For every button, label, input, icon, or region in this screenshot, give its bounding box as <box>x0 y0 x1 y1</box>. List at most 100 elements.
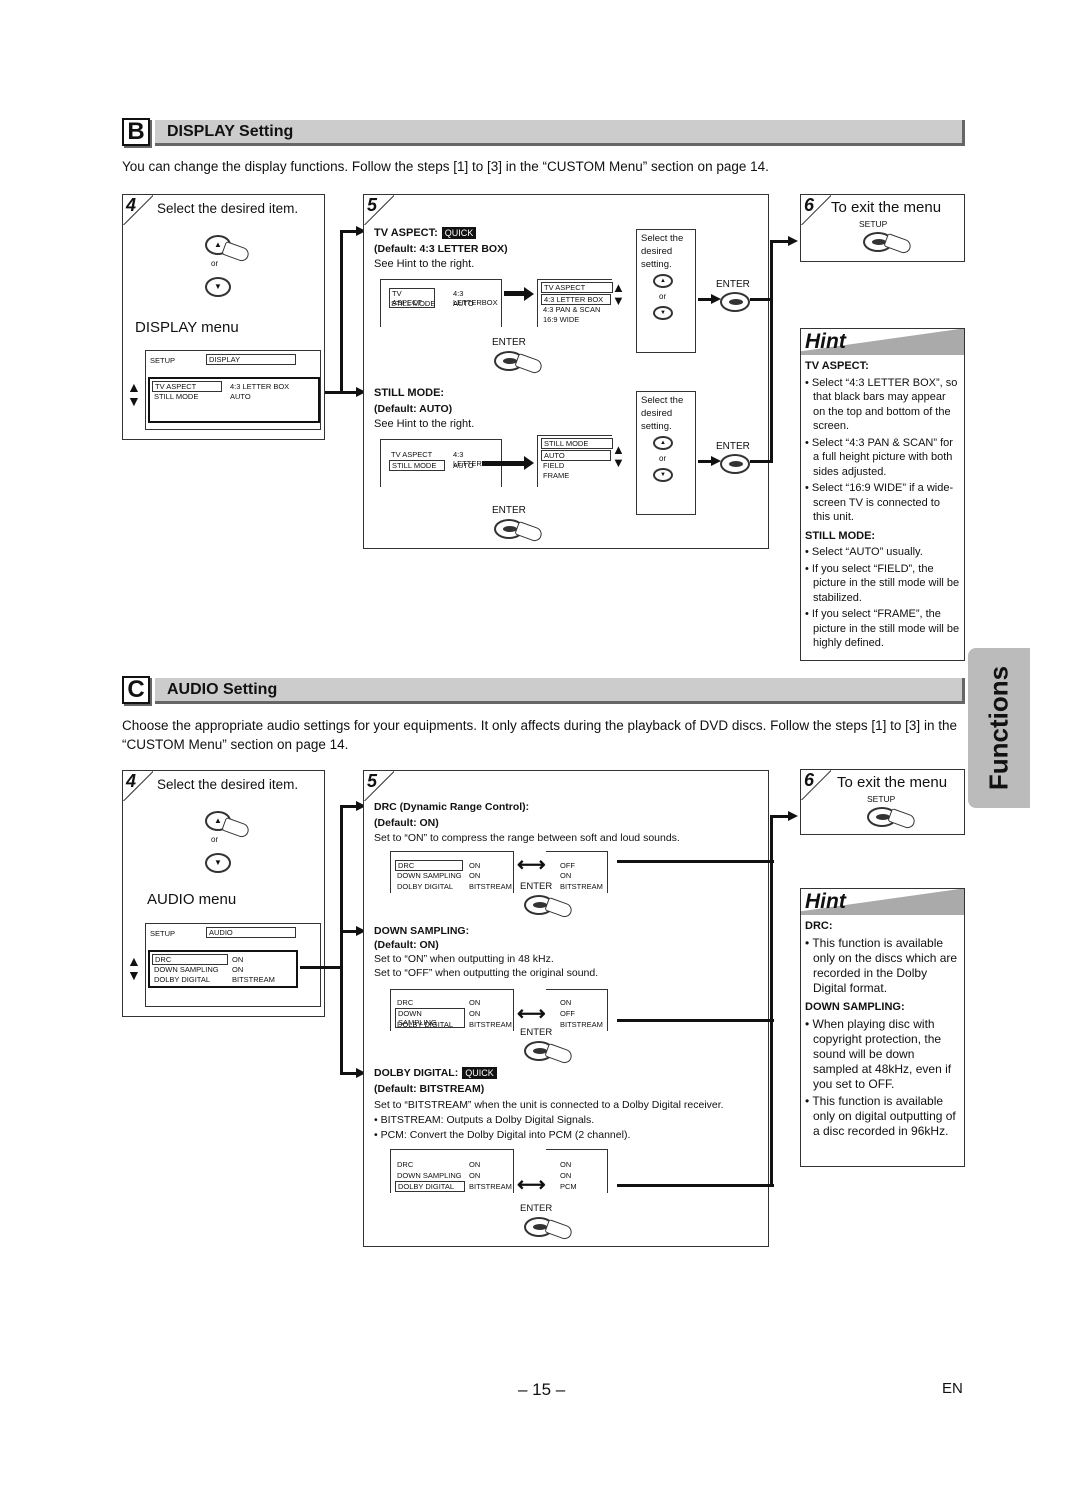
hint-list: When playing disc with copyright protect… <box>805 1017 960 1139</box>
hint-body: DRC: This function is available only on t… <box>801 919 964 1139</box>
section-title: AUDIO Setting <box>155 678 965 704</box>
display-hint-box: Hint TV ASPECT: Select “4:3 LETTER BOX”, … <box>800 328 965 661</box>
audio-section-header: C AUDIO Setting <box>122 676 965 708</box>
up-button-icon: ▲ <box>653 274 673 288</box>
enter-label: ENTER <box>716 441 750 452</box>
default-label: (Default: 4:3 LETTER BOX) <box>374 243 508 255</box>
select-setting-panel: Select the desired setting. ▲ or ▼ <box>636 229 696 353</box>
default-label: (Default: ON) <box>374 939 439 951</box>
hint-title: Hint <box>801 889 964 915</box>
updown-arrow-icon: ▲ ▼ <box>612 280 625 308</box>
result-value: PCM <box>560 1182 577 1191</box>
step-title: To exit the menu <box>831 199 942 216</box>
tv-aspect-submenu: TV ASPECT 4:3 LETTER BOX 4:3 PAN & SCAN … <box>537 279 613 327</box>
hint-heading: STILL MODE: <box>805 529 876 542</box>
menu-value: ON <box>469 1160 481 1169</box>
hand-icon <box>544 1042 574 1066</box>
hint-item: Select “16:9 WIDE” if a wide-screen TV i… <box>805 481 960 525</box>
menu-tab: AUDIO <box>206 927 296 938</box>
hint-list: This function is available only on the d… <box>805 936 960 996</box>
default-label: (Default: AUTO) <box>374 403 453 415</box>
or-label: or <box>211 835 219 844</box>
menu-item: STILL MODE <box>389 460 445 471</box>
audio-menu-screen: SETUP AUDIO DRC ON DOWN SAMPLING ON DOLB… <box>145 923 321 1007</box>
option: 4:3 PAN & SCAN <box>543 305 601 314</box>
menu-item: DOLBY DIGITAL <box>395 1181 465 1192</box>
up-button-icon: ▲ <box>653 436 673 450</box>
select-text: Select the desired setting. <box>641 395 684 432</box>
menu-value: AUTO <box>453 299 474 308</box>
display-step4-box: 4 Select the desired item. ▲ or ▼ DISPLA… <box>122 194 325 440</box>
menu-value: BITSTREAM <box>469 882 512 891</box>
toggle-arrow-icon: ⟷ <box>517 1174 546 1196</box>
heading-text: TV ASPECT: <box>374 227 438 239</box>
result-value: ON <box>560 1171 572 1180</box>
or-label: or <box>211 259 219 268</box>
dolby-digital-result: ON ON PCM <box>546 1149 608 1193</box>
menu-item: DOLBY DIGITAL <box>397 882 453 891</box>
hint-note: See Hint to the right. <box>374 418 475 430</box>
display-menu-screen: SETUP DISPLAY TV ASPECT 4:3 LETTER BOX S… <box>145 350 321 430</box>
functions-side-tab: Functions <box>968 648 1030 808</box>
display-section-header: B DISPLAY Setting <box>122 118 965 150</box>
audio-hint-box: Hint DRC: This function is available only… <box>800 888 965 1167</box>
heading-text: DOLBY DIGITAL: <box>374 1067 459 1079</box>
hand-icon <box>221 816 251 840</box>
menu-tab: DISPLAY <box>206 354 296 365</box>
hint-list: Select “4:3 LETTER BOX”, so that black b… <box>805 376 960 525</box>
enter-label: ENTER <box>520 881 553 892</box>
option-selected: 4:3 LETTER BOX <box>541 294 611 305</box>
section-letter-c: C <box>122 676 150 704</box>
menu-value: ON <box>469 1171 481 1180</box>
still-mode-heading: STILL MODE: <box>374 387 445 399</box>
result-value: ON <box>560 871 572 880</box>
step-number: 6 <box>804 770 815 790</box>
audio-step4-box: 4 Select the desired item. ▲ or ▼ AUDIO … <box>122 770 325 1017</box>
or-label: or <box>659 292 667 301</box>
result-value: OFF <box>560 861 575 870</box>
menu-setup-label: SETUP <box>150 356 176 365</box>
menu-item: DOWN SAMPLING <box>397 871 462 880</box>
menu-item: DOLBY DIGITAL <box>397 1020 453 1029</box>
default-label: (Default: ON) <box>374 817 439 829</box>
submenu-title: TV ASPECT <box>541 282 613 293</box>
description: Set to “BITSTREAM” when the unit is conn… <box>374 1099 724 1111</box>
setup-label: SETUP <box>859 219 888 229</box>
tv-aspect-heading: TV ASPECT: QUICK <box>374 227 477 239</box>
enter-label: ENTER <box>716 279 750 290</box>
down-button-icon: ▼ <box>653 468 673 482</box>
hand-icon <box>544 1218 574 1242</box>
section-letter-b: B <box>122 118 150 146</box>
select-text: Select the desired setting. <box>641 233 684 270</box>
display-step6-box: 6 To exit the menu SETUP <box>800 194 965 262</box>
description: Set to “ON” to compress the range betwee… <box>374 832 680 844</box>
hand-icon <box>544 896 574 920</box>
menu-item: DRC <box>397 998 414 1007</box>
menu-highlight <box>148 950 298 988</box>
menu-setup-label: SETUP <box>150 929 176 938</box>
toggle-arrow-icon: ⟷ <box>517 1003 546 1025</box>
option: FRAME <box>543 471 570 480</box>
hand-icon <box>887 807 917 831</box>
enter-label: ENTER <box>520 1203 553 1214</box>
hint-item: Select “AUTO” usually. <box>805 545 960 560</box>
dolby-digital-heading: DOLBY DIGITAL: QUICK <box>374 1067 497 1079</box>
menu-item: TV ASPECT <box>391 450 433 459</box>
page-number: – 15 – <box>518 1380 566 1399</box>
select-setting-panel: Select the desired setting. ▲ or ▼ <box>636 391 696 515</box>
hint-item: If you select “FRAME”, the picture in th… <box>805 607 960 651</box>
hint-item: If you select “FIELD”, the picture in th… <box>805 562 960 606</box>
option-selected: AUTO <box>541 450 611 461</box>
description: Set to “ON” when outputting in 48 kHz. <box>374 953 554 965</box>
hint-item: This function is available only on the d… <box>805 936 960 996</box>
down-button-icon: ▼ <box>205 277 231 297</box>
hint-heading: TV ASPECT: <box>805 360 869 372</box>
hint-body: TV ASPECT: Select “4:3 LETTER BOX”, so th… <box>801 359 964 651</box>
down-sampling-heading: DOWN SAMPLING: <box>374 925 470 937</box>
step-title: To exit the menu <box>837 774 948 791</box>
hint-note: See Hint to the right. <box>374 258 475 270</box>
tv-aspect-menu: TV ASPECT 4:3 LETTERBOX STILL MODE AUTO <box>380 279 502 327</box>
hint-heading: DRC: <box>805 920 833 932</box>
default-label: (Default: BITSTREAM) <box>374 1083 485 1095</box>
menu-item: STILL MODE <box>391 299 436 308</box>
